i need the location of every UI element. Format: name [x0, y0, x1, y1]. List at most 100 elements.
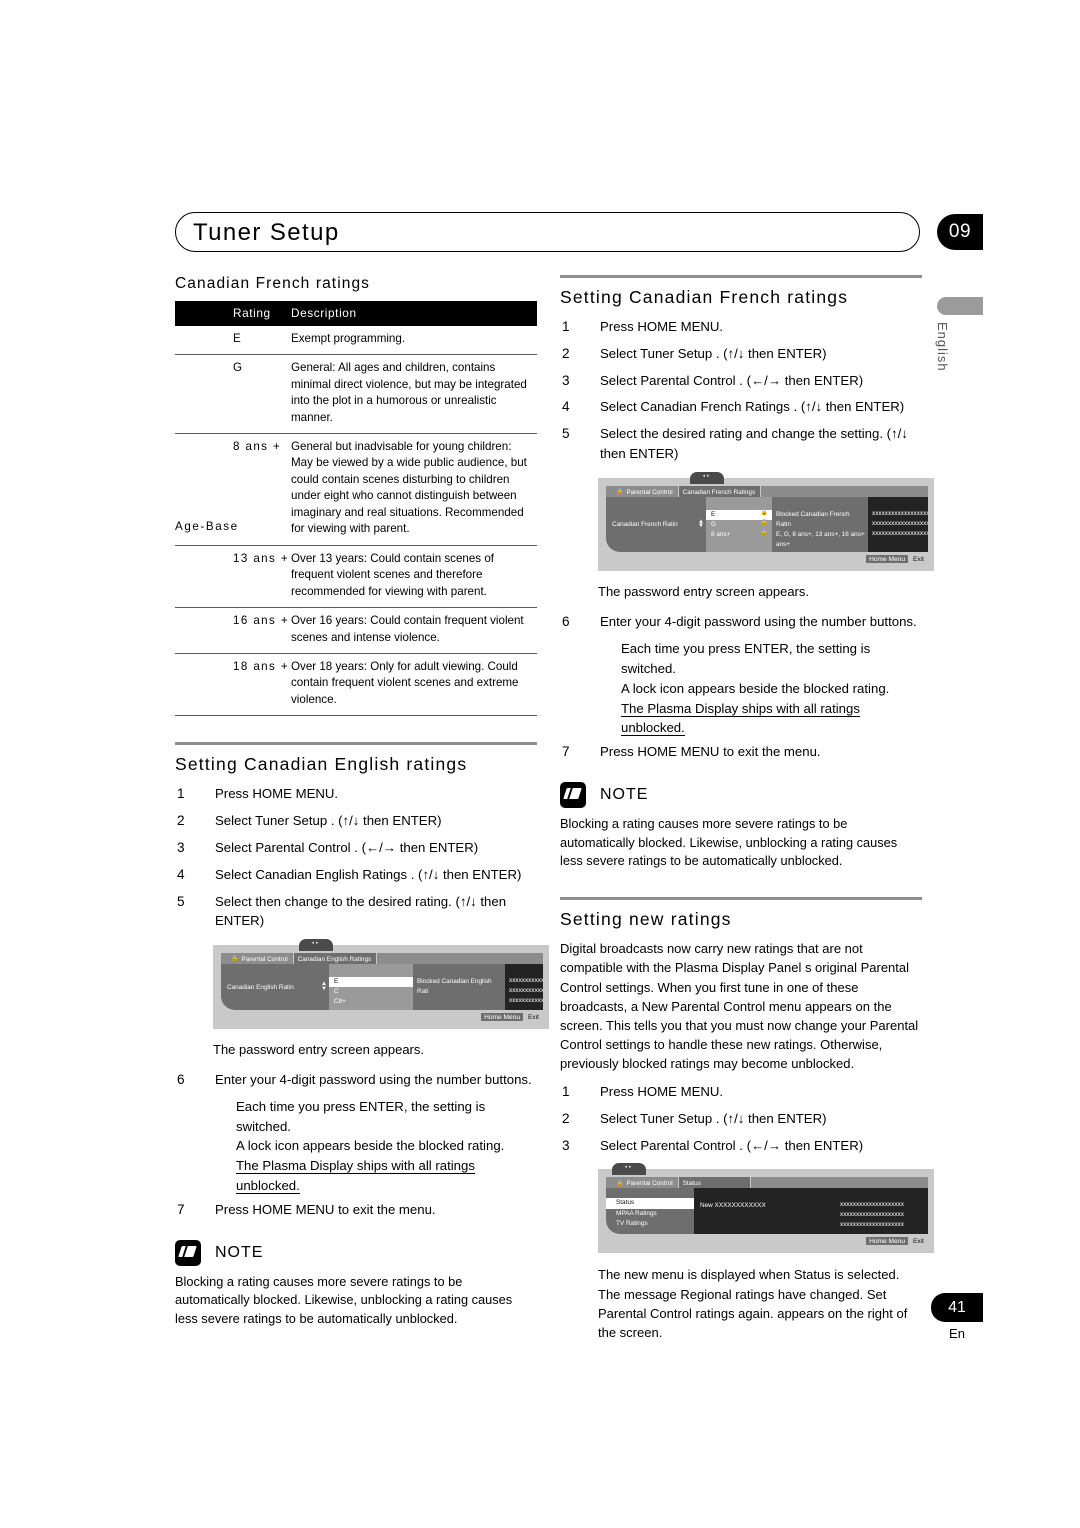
osd-status-list: ⇕ Status MPAA Ratings TV Ratings	[606, 1188, 694, 1235]
osd-tab-fill	[377, 953, 543, 965]
setting-new-ratings-heading: Setting new ratings	[560, 909, 732, 930]
osd-help-line: xxxxxxxxxxxxxxxxxxxxxx	[509, 977, 543, 985]
step-text: Select the desired rating and change the…	[600, 426, 908, 461]
setting-canadian-french-heading: Setting Canadian French ratings	[560, 287, 849, 307]
table-bottom-rule	[175, 715, 537, 717]
setting-new-ratings-intro: Digital broadcasts now carry new ratings…	[560, 941, 919, 1071]
note-header: NOTE	[560, 781, 922, 808]
step-text: Press HOME MENU.	[600, 1084, 724, 1100]
note-block-left: NOTE Blocking a rating causes more sever…	[175, 1239, 537, 1329]
osd-help-line: xxxxxxxxxxxxxxxxxxxx	[840, 1201, 904, 1209]
axis-spacer	[175, 326, 233, 355]
osd-list-item[interactable]: E 🔒	[706, 509, 772, 520]
osd-blocked-pane: Blocked Canadian French Ratin E, G, 8 an…	[772, 496, 868, 553]
table-header-axis	[175, 301, 233, 326]
step-number: 7	[177, 1201, 185, 1217]
osd-tab-label: Canadian French Ratings	[682, 488, 756, 496]
osd-list-item[interactable]: 8 ans+ 🔒	[706, 530, 772, 540]
step-text: Enter your 4-digit password using the nu…	[600, 614, 917, 630]
osd-home-menu-button[interactable]: Home Menu	[481, 1013, 523, 1022]
step6-underlined-text: The Plasma Display ships with all rating…	[621, 700, 860, 737]
list-item: 7 Press HOME MENU to exit the menu.	[175, 1200, 537, 1220]
osd-home-menu-button[interactable]: Home Menu	[866, 555, 908, 564]
osd-tab-canadian-english-ratings[interactable]: Canadian English Ratings	[293, 953, 378, 965]
osd-list-item[interactable]: Status	[606, 1198, 694, 1209]
setting-canadian-english-section: Setting Canadian English ratings 1 Press…	[175, 742, 549, 1329]
step6-underlined-line: The Plasma Display ships with all rating…	[560, 699, 922, 739]
table-header-description: Description	[291, 301, 537, 326]
pencil-note-icon	[560, 781, 586, 808]
osd-list-item[interactable]: TV Ratings	[606, 1219, 694, 1229]
osd-list-item[interactable]: G 🔒	[706, 520, 772, 530]
step6-sub-line: Each time you press ENTER, the setting i…	[236, 1098, 486, 1134]
right-column: Setting Canadian French ratings 1 Press …	[560, 275, 934, 1351]
osd-help-line: xxxxxxxxxxxxxxxxxxxxxx	[872, 509, 928, 517]
note-block-right: NOTE Blocking a rating causes more sever…	[560, 781, 922, 871]
list-item: 4 Select Canadian French Ratings . (↑/↓ …	[560, 397, 922, 417]
password-caption: The password entry screen appears.	[598, 584, 809, 600]
osd-tab-bar: 🔒 Parental Control Canadian French Ratin…	[606, 485, 928, 497]
axis-spacer	[175, 653, 233, 716]
step-text: Select Canadian French Ratings . (↑/↓ th…	[600, 399, 905, 415]
chapter-badge: 09	[937, 214, 983, 250]
axis-spacer	[175, 354, 233, 434]
steps-list: 1 Press HOME MENU. 2 Select Tuner Setup …	[175, 784, 537, 931]
osd-tab-parental-control[interactable]: 🔒 Parental Control	[227, 953, 294, 965]
osd-exit-button[interactable]: Exit	[913, 1238, 924, 1245]
osd-tab-canadian-french-ratings[interactable]: Canadian French Ratings	[678, 485, 762, 497]
step-text: Enter your 4-digit password using the nu…	[215, 1071, 532, 1087]
step6-sub-line: A lock icon appears beside the blocked r…	[236, 1138, 505, 1154]
rating-description: Over 16 years: Could contain frequent vi…	[291, 607, 537, 654]
list-item: 5 Select the desired rating and change t…	[560, 424, 922, 464]
list-item: 2 Select Tuner Setup . (↑/↓ then ENTER)	[560, 344, 922, 364]
osd-tab-parental-control[interactable]: 🔒 Parental Control	[612, 485, 679, 497]
osd-exit-button[interactable]: Exit	[913, 556, 924, 563]
osd-home-menu-button[interactable]: Home Menu	[866, 1237, 908, 1246]
osd-tab-status[interactable]: Status	[678, 1177, 751, 1189]
rating-value: 16 ans +	[233, 607, 291, 654]
osd-body: ⇕ Status MPAA Ratings TV Ratings New XXX…	[606, 1188, 928, 1235]
osd-blocked-label: Blocked Canadian French Ratin	[776, 510, 850, 528]
osd-body: Canadian English Ratin ▲ ▼ E C C8+ Block…	[221, 964, 543, 1011]
rating-description: Over 18 years: Only for adult viewing. C…	[291, 653, 537, 716]
osd-knob-icon: ◂▸	[612, 1163, 646, 1176]
step-number: 6	[177, 1071, 185, 1087]
osd-list-item[interactable]: MPAA Ratings	[606, 1209, 694, 1219]
osd-tab-fill	[761, 485, 928, 497]
step-text: Press HOME MENU to exit the menu.	[215, 1201, 436, 1217]
note-body: Blocking a rating causes more severe rat…	[560, 815, 898, 869]
rating-description: Over 13 years: Could contain scenes of f…	[291, 544, 537, 608]
axis-spacer	[175, 607, 233, 654]
osd-exit-button[interactable]: Exit	[528, 1014, 539, 1021]
list-item: 6 Enter your 4-digit password using the …	[560, 612, 922, 632]
osd-screenshot-status: ◂▸ 🔒 Parental Control Status ⇕ Status MP…	[598, 1163, 934, 1254]
step6-underlined-line: The Plasma Display ships with all rating…	[175, 1156, 537, 1196]
osd-body: Canadian French Ratin ▲ ▼ E 🔒 G 🔒 8 ans+ …	[606, 496, 928, 553]
up-down-arrows-icon: ▲ ▼	[698, 518, 704, 530]
step-number: 1	[177, 786, 185, 802]
page-number-badge: 41	[931, 1293, 983, 1322]
osd-list-label: C8+	[334, 997, 346, 1005]
osd-footer: Home Menu Exit	[606, 1237, 928, 1246]
osd-help-line: xxxxxxxxxxxxxxxxxxxxxx	[509, 996, 543, 1004]
up-down-arrows-icon: ⇕	[609, 1199, 615, 1206]
page-title: Tuner Setup	[193, 219, 340, 246]
step-text: Select Tuner Setup . (↑/↓ then ENTER)	[600, 345, 827, 361]
step-number: 5	[562, 426, 570, 442]
osd-knob-icon: ◂▸	[690, 471, 724, 484]
setting-canadian-french-section: Setting Canadian French ratings 1 Press …	[560, 275, 934, 871]
step-text: Press HOME MENU.	[215, 786, 339, 802]
osd-tab-parental-control[interactable]: 🔒 Parental Control	[612, 1177, 679, 1189]
osd-blocked-value: E, G, 8 ans+, 13 ans+, 16 ans+ ans+	[776, 530, 865, 548]
canadian-french-ratings-heading: Canadian French ratings	[175, 275, 371, 292]
list-item: 2 Select Tuner Setup . (↑/↓ then ENTER)	[175, 811, 537, 831]
osd-list-label: MPAA Ratings	[616, 1209, 657, 1217]
osd-list-item[interactable]: E	[329, 977, 413, 988]
step-number: 5	[177, 893, 185, 909]
osd-list-item[interactable]: C8+	[329, 997, 413, 1007]
osd-list-label: E	[334, 978, 339, 986]
osd-list-label: C	[334, 988, 339, 996]
osd-tab-bar: 🔒 Parental Control Canadian English Rati…	[221, 953, 543, 965]
lock-icon: 🔒	[616, 1180, 624, 1187]
osd-list-item[interactable]: C	[329, 987, 413, 997]
